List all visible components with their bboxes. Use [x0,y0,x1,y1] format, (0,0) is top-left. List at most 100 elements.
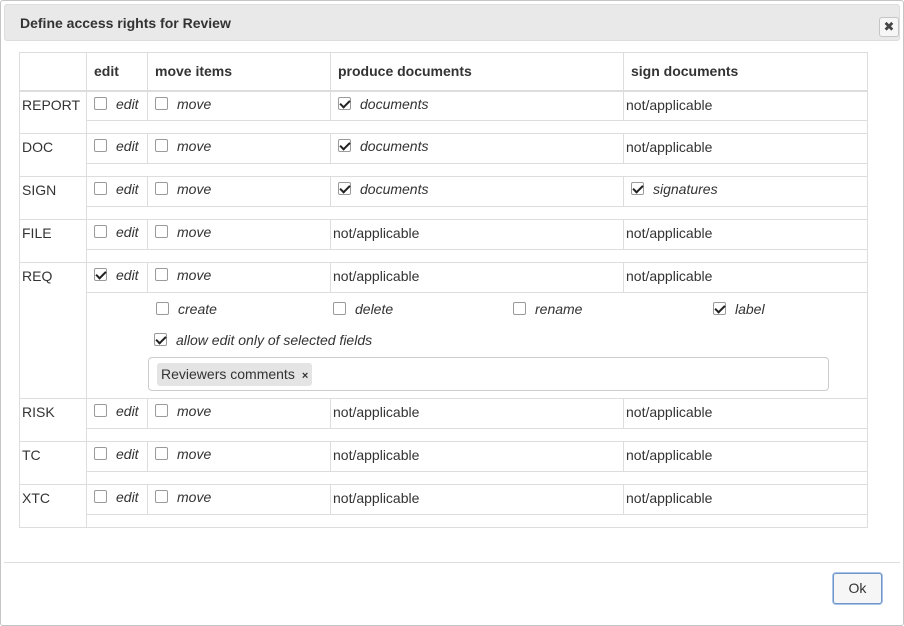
edit-cell: edit [86,176,148,207]
move-cell: move [147,133,331,164]
field-tag: Reviewers comments × [157,363,313,386]
risk-edit-checkbox[interactable] [94,404,107,417]
xtc-move-label: move [177,489,212,505]
row-name: XTC [19,484,87,528]
xtc-edit-label: edit [116,489,139,505]
report-move-label: move [177,95,212,112]
move-cell: move [147,398,331,429]
doc-edit-checkbox[interactable] [94,139,107,152]
footer-divider [4,562,900,563]
doc-produce-checkbox[interactable] [338,139,351,152]
req-rename-label: rename [535,301,583,317]
table-row: FILE edit move not/applicable not/applicable [19,219,868,263]
tc-produce-not-applicable: not/applicable [333,447,420,463]
sign-move-checkbox[interactable] [155,182,168,195]
xtc-sign-not-applicable: not/applicable [626,490,713,506]
req-delete-checkbox[interactable] [333,302,346,315]
move-cell: move [147,484,331,515]
produce-cell: not/applicable [330,398,624,429]
sign-cell: not/applicable [623,133,868,164]
access-rights-table: edit move items produce documents sign d… [19,52,868,528]
sign-cell: not/applicable [623,262,868,293]
header-row-name [19,52,87,92]
edit-cell: edit [86,484,148,515]
req-produce-not-applicable: not/applicable [333,268,420,284]
report-move-checkbox[interactable] [155,96,168,110]
header-sign-documents: sign documents [623,52,868,92]
move-cell: move [147,219,331,250]
report-produce-label: documents [360,95,429,112]
req-edit-checkbox[interactable] [94,268,107,281]
row-name: TC [19,441,87,485]
selected-fields-input[interactable]: Reviewers comments × [148,357,829,391]
file-sign-not-applicable: not/applicable [626,225,713,241]
req-move-checkbox[interactable] [155,268,168,281]
xtc-move-checkbox[interactable] [155,490,168,503]
req-move-label: move [177,267,212,283]
row-spacer [20,163,868,177]
risk-move-checkbox[interactable] [155,404,168,417]
table-row: XTC edit move not/applicable not/applicable [19,484,868,528]
risk-edit-label: edit [116,403,139,419]
table-row: DOC edit move documents not/applicable [19,133,868,177]
row-name: REPORT [19,90,87,134]
req-create-label: create [178,301,217,317]
row-spacer [20,471,868,485]
produce-cell: documents [330,176,624,207]
edit-cell: edit [86,441,148,472]
file-move-checkbox[interactable] [155,225,168,238]
close-icon[interactable]: ✖ [879,17,899,37]
req-create-checkbox[interactable] [156,302,169,315]
report-produce-checkbox[interactable] [338,96,351,110]
sign-sign-checkbox[interactable] [631,182,644,195]
req-options-row: create delete rename label allow edit only o… [20,292,868,399]
sign-edit-label: edit [116,181,139,197]
edit-cell: edit [86,133,148,164]
table-row: REQ edit move not/applicable not/applicable [19,262,868,399]
report-edit-checkbox[interactable] [94,96,107,110]
ok-button[interactable]: Ok [833,573,882,604]
table-row: TC edit move not/applicable not/applicable [19,441,868,485]
row-spacer [20,428,868,442]
row-name: SIGN [19,176,87,220]
tc-move-checkbox[interactable] [155,447,168,460]
risk-produce-not-applicable: not/applicable [333,404,420,420]
header-edit: edit [86,52,148,92]
row-name: REQ [19,262,87,399]
sign-produce-label: documents [360,181,429,197]
sign-produce-checkbox[interactable] [338,182,351,195]
move-cell: move [147,90,331,121]
move-cell: move [147,176,331,207]
produce-cell: not/applicable [330,441,624,472]
req-edit-label: edit [116,267,139,283]
req-allow-fields-label: allow edit only of selected fields [176,332,373,348]
doc-move-label: move [177,138,212,154]
sign-cell: not/applicable [623,441,868,472]
report-sign-not-applicable: not/applicable [626,96,713,113]
file-edit-checkbox[interactable] [94,225,107,238]
sign-cell: signatures [623,176,868,207]
tc-edit-checkbox[interactable] [94,447,107,460]
req-rename-checkbox[interactable] [513,302,526,315]
move-cell: move [147,262,331,293]
doc-move-checkbox[interactable] [155,139,168,152]
field-tag-label: Reviewers comments [161,366,295,382]
dialog-titlebar: Define access rights for Review ✖ [4,4,900,41]
sign-edit-checkbox[interactable] [94,182,107,195]
row-name: FILE [19,219,87,263]
tc-sign-not-applicable: not/applicable [626,447,713,463]
req-label-checkbox[interactable] [713,302,726,315]
report-edit-label: edit [116,95,139,112]
row-spacer [20,514,868,528]
req-allow-fields-checkbox[interactable] [154,333,167,346]
remove-tag-icon[interactable]: × [302,370,308,382]
produce-cell: not/applicable [330,219,624,250]
access-rights-dialog: Define access rights for Review ✖ edit m… [0,0,904,626]
doc-edit-label: edit [116,138,139,154]
xtc-edit-checkbox[interactable] [94,490,107,503]
req-label-label: label [735,301,765,317]
tc-edit-label: edit [116,446,139,462]
req-sign-not-applicable: not/applicable [626,268,713,284]
row-spacer [20,120,868,134]
doc-produce-label: documents [360,138,429,154]
